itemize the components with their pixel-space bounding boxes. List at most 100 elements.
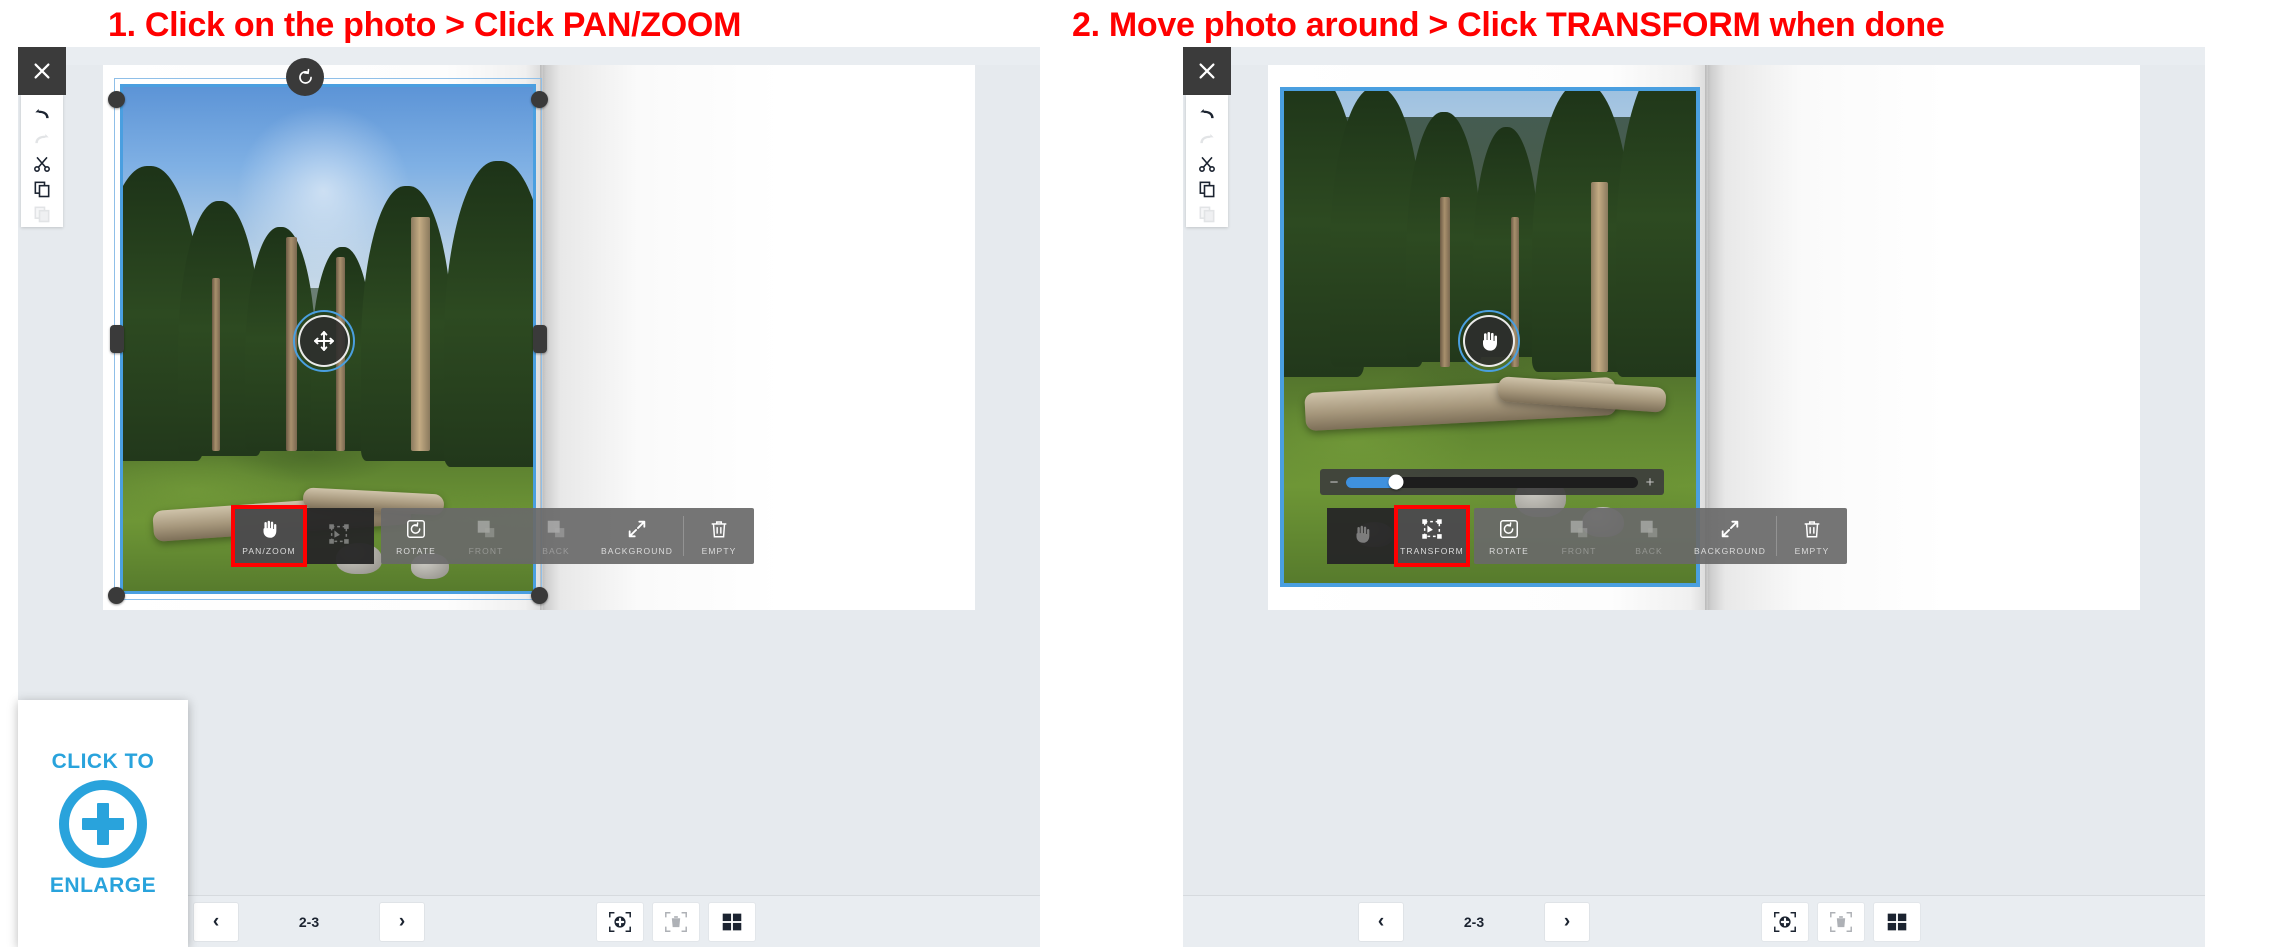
- front-button[interactable]: FRONT: [1544, 508, 1614, 564]
- redo-icon: [1186, 126, 1228, 151]
- layout-grid-icon[interactable]: [1873, 902, 1921, 942]
- layout-grid-icon[interactable]: [708, 902, 756, 942]
- cut-scissors-icon[interactable]: [1186, 151, 1228, 176]
- handle-top-right[interactable]: [531, 91, 548, 108]
- bring-front-icon: [475, 517, 497, 541]
- transform-button[interactable]: TRANSFORM: [1394, 505, 1470, 567]
- pan-handle[interactable]: [1463, 315, 1515, 367]
- bring-front-icon: [1568, 517, 1590, 541]
- close-icon[interactable]: [18, 47, 66, 95]
- handle-bottom-right[interactable]: [531, 587, 548, 604]
- add-photo-icon[interactable]: [1761, 902, 1809, 942]
- send-back-icon: [1638, 517, 1660, 541]
- bottom-bar-2: ‹ 2-3 ›: [1183, 895, 2205, 947]
- trash-icon: [1801, 517, 1823, 541]
- expand-icon: [1719, 517, 1741, 541]
- enlarge-top-label: CLICK TO: [51, 749, 155, 773]
- background-button[interactable]: BACKGROUND: [1684, 508, 1776, 564]
- undo-icon[interactable]: [1186, 101, 1228, 126]
- top-strip-2: [1183, 47, 2205, 65]
- delete-photo-icon[interactable]: [1817, 902, 1865, 942]
- send-back-icon: [545, 517, 567, 541]
- transform-icon: [328, 522, 350, 546]
- undo-icon[interactable]: [21, 101, 63, 126]
- zoom-slider-track[interactable]: [1346, 474, 1638, 490]
- zoom-out-button[interactable]: −: [1327, 475, 1341, 490]
- screenshot-root: 1. Click on the photo > Click PAN/ZOOM 2…: [0, 0, 2287, 947]
- back-label: BACK: [542, 545, 570, 556]
- handle-top-left[interactable]: [108, 91, 125, 108]
- rotate-icon: [1498, 517, 1520, 541]
- background-button[interactable]: BACKGROUND: [591, 508, 683, 564]
- book-spread: PAN/ZOOM ROTATE FRONT BACK BACKGROUND EM…: [103, 58, 975, 610]
- mode-button-group-2: TRANSFORM: [1327, 505, 1470, 567]
- empty-button[interactable]: EMPTY: [1777, 508, 1847, 564]
- transform-button[interactable]: [304, 508, 374, 564]
- hand-icon: [1351, 522, 1373, 546]
- book-spread-2: − + TRANSFORM ROTATE FRONT BACK BACKGROU…: [1268, 65, 2140, 610]
- page-navigation: ‹ 2-3 ›: [193, 902, 425, 942]
- context-toolbar: PAN/ZOOM ROTATE FRONT BACK BACKGROUND EM…: [231, 505, 754, 567]
- prev-page-button[interactable]: ‹: [1358, 902, 1404, 942]
- move-handle[interactable]: [298, 315, 350, 367]
- close-icon[interactable]: [1183, 47, 1231, 95]
- object-action-group-2: ROTATE FRONT BACK BACKGROUND EMPTY: [1474, 508, 1847, 564]
- paste-icon: [1186, 202, 1228, 227]
- app-background-2: − + TRANSFORM ROTATE FRONT BACK BACKGROU…: [1183, 47, 2205, 947]
- zoom-slider[interactable]: − +: [1320, 469, 1664, 495]
- empty-label: EMPTY: [1794, 545, 1830, 556]
- bottom-icon-group-2: [1761, 902, 1921, 942]
- next-page-button[interactable]: ›: [379, 902, 425, 942]
- edit-tool-rail-2: [1186, 95, 1228, 227]
- back-label: BACK: [1635, 545, 1663, 556]
- prev-page-button[interactable]: ‹: [193, 902, 239, 942]
- handle-middle-right[interactable]: [533, 325, 547, 353]
- next-page-button[interactable]: ›: [1544, 902, 1590, 942]
- rotate-button[interactable]: ROTATE: [1474, 508, 1544, 564]
- paste-icon: [21, 202, 63, 227]
- click-to-enlarge-overlay[interactable]: CLICK TO ENLARGE: [18, 700, 188, 947]
- empty-label: EMPTY: [701, 545, 737, 556]
- front-label: FRONT: [1561, 545, 1597, 556]
- handle-middle-left[interactable]: [110, 325, 124, 353]
- rotate-handle[interactable]: [286, 58, 324, 96]
- bottom-icon-group: [596, 902, 756, 942]
- add-photo-icon[interactable]: [596, 902, 644, 942]
- page-indicator: 2-3: [298, 914, 320, 930]
- object-action-group: ROTATE FRONT BACK BACKGROUND EMPTY: [381, 508, 754, 564]
- instruction-heading-step-1: 1. Click on the photo > Click PAN/ZOOM: [108, 6, 742, 44]
- page-navigation-2: ‹ 2-3 ›: [1358, 902, 1590, 942]
- transform-icon: [1421, 517, 1443, 541]
- editor-screenshot-step-2: − + TRANSFORM ROTATE FRONT BACK BACKGROU…: [1183, 47, 2205, 947]
- zoom-in-button[interactable]: +: [1643, 475, 1657, 490]
- front-button[interactable]: FRONT: [451, 508, 521, 564]
- pan-zoom-label: PAN/ZOOM: [242, 545, 296, 556]
- context-toolbar-2: TRANSFORM ROTATE FRONT BACK BACKGROUND E…: [1327, 505, 1847, 567]
- pan-zoom-button[interactable]: [1327, 508, 1397, 564]
- background-label: BACKGROUND: [1694, 545, 1766, 556]
- expand-icon: [626, 517, 648, 541]
- cut-scissors-icon[interactable]: [21, 151, 63, 176]
- rotate-button[interactable]: ROTATE: [381, 508, 451, 564]
- handle-bottom-left[interactable]: [108, 587, 125, 604]
- zoom-slider-knob[interactable]: [1388, 474, 1404, 490]
- redo-icon: [21, 126, 63, 151]
- trash-icon: [708, 517, 730, 541]
- hand-icon: [258, 517, 280, 541]
- pan-zoom-button[interactable]: PAN/ZOOM: [231, 505, 307, 567]
- edit-tool-rail: [21, 95, 63, 227]
- rotate-icon: [405, 517, 427, 541]
- page-indicator: 2-3: [1463, 914, 1485, 930]
- instruction-heading-step-2: 2. Move photo around > Click TRANSFORM w…: [1072, 6, 1945, 44]
- copy-icon[interactable]: [21, 177, 63, 202]
- enlarge-bottom-label: ENLARGE: [49, 873, 157, 897]
- background-label: BACKGROUND: [601, 545, 673, 556]
- back-button[interactable]: BACK: [1614, 508, 1684, 564]
- back-button[interactable]: BACK: [521, 508, 591, 564]
- rotate-label: ROTATE: [396, 545, 436, 556]
- front-label: FRONT: [468, 545, 504, 556]
- top-strip: [18, 47, 1040, 65]
- empty-button[interactable]: EMPTY: [684, 508, 754, 564]
- delete-photo-icon[interactable]: [652, 902, 700, 942]
- copy-icon[interactable]: [1186, 177, 1228, 202]
